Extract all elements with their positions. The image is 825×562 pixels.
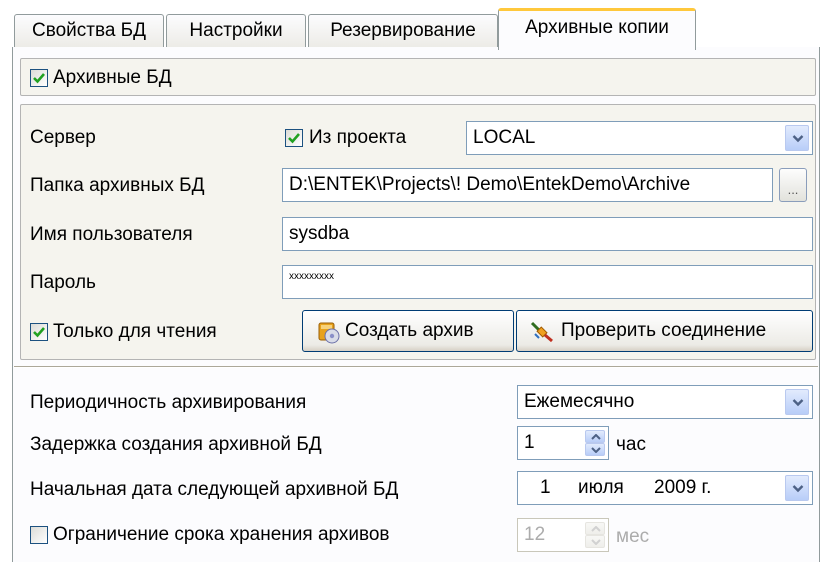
delay-unit: час xyxy=(616,434,646,455)
delay-spinner[interactable] xyxy=(585,430,605,456)
from-project-checkbox[interactable] xyxy=(285,129,303,147)
folder-value: D:\ENTEK\Projects\! Demo\EntekDemo\Archi… xyxy=(289,174,691,195)
start-date-dropdown-button[interactable] xyxy=(785,475,809,501)
checkmark-icon xyxy=(288,133,300,144)
periodicity-label: Периодичность архивирования xyxy=(30,392,307,413)
password-input[interactable]: xxxxxxxxx xyxy=(282,265,813,299)
read-only-checkbox[interactable] xyxy=(30,323,48,341)
start-date-picker[interactable]: 1 июля 2009 г. xyxy=(517,471,813,505)
username-value: sysdba xyxy=(289,223,350,244)
check-connection-label: Проверить соединение xyxy=(561,320,767,341)
checkmark-icon xyxy=(33,73,45,84)
retention-checkbox[interactable] xyxy=(30,526,48,544)
periodicity-combo[interactable]: Ежемесячно xyxy=(517,385,813,419)
chevron-down-icon xyxy=(792,135,804,143)
username-input[interactable]: sysdba xyxy=(282,217,813,251)
tab-settings[interactable]: Настройки xyxy=(166,14,306,48)
retention-value: 12 xyxy=(524,524,546,545)
chevron-down-icon xyxy=(792,399,804,407)
tab-label: Архивные копии xyxy=(525,17,669,38)
section-divider xyxy=(14,366,818,368)
server-value: LOCAL xyxy=(473,127,536,148)
folder-label: Папка архивных БД xyxy=(30,175,205,196)
start-date-month: июля xyxy=(578,477,624,498)
checkmark-icon xyxy=(33,327,45,338)
browse-folder-button[interactable]: ... xyxy=(779,168,807,202)
start-date-label: Начальная дата следующей архивной БД xyxy=(30,479,399,500)
browse-label: ... xyxy=(787,182,799,197)
chevron-down-icon xyxy=(792,485,804,493)
periodicity-dropdown-button[interactable] xyxy=(785,389,809,415)
start-date-day: 1 xyxy=(540,477,551,498)
from-project-label: Из проекта xyxy=(309,127,407,148)
delay-label: Задержка создания архивной БД xyxy=(30,434,322,455)
password-label: Пароль xyxy=(30,272,96,293)
check-connection-button[interactable]: Проверить соединение xyxy=(516,310,813,352)
tab-label: Свойства БД xyxy=(31,20,147,41)
create-archive-button[interactable]: Создать архив xyxy=(302,310,514,352)
password-value: xxxxxxxxx xyxy=(289,271,334,282)
retention-increment[interactable] xyxy=(585,522,605,535)
username-label: Имя пользователя xyxy=(30,224,193,245)
tab-archive-copies[interactable]: Архивные копии xyxy=(498,8,696,50)
archive-disk-icon xyxy=(318,322,340,344)
delay-value: 1 xyxy=(524,432,535,453)
create-archive-label: Создать архив xyxy=(345,320,474,341)
tab-label: Резервирование xyxy=(330,20,476,41)
folder-input[interactable]: D:\ENTEK\Projects\! Demo\EntekDemo\Archi… xyxy=(282,168,773,202)
retention-decrement[interactable] xyxy=(585,535,605,548)
server-combo[interactable]: LOCAL xyxy=(466,121,813,155)
archive-db-checkbox[interactable] xyxy=(30,69,48,87)
tab-backup[interactable]: Резервирование xyxy=(308,14,498,48)
tab-label: Настройки xyxy=(189,20,283,41)
delay-increment[interactable] xyxy=(585,430,605,443)
server-label: Сервер xyxy=(30,127,96,148)
read-only-label: Только для чтения xyxy=(53,321,217,342)
retention-label: Ограничение срока хранения архивов xyxy=(53,524,390,545)
server-dropdown-button[interactable] xyxy=(785,125,809,151)
delay-decrement[interactable] xyxy=(585,443,605,456)
retention-spinner[interactable] xyxy=(585,522,605,548)
archive-db-label: Архивные БД xyxy=(53,67,172,88)
chevron-up-icon xyxy=(591,526,601,532)
tab-db-properties[interactable]: Свойства БД xyxy=(14,14,164,48)
chevron-down-icon xyxy=(591,447,601,453)
start-date-year: 2009 г. xyxy=(654,477,712,498)
chevron-up-icon xyxy=(591,434,601,440)
periodicity-value: Ежемесячно xyxy=(524,391,635,412)
chevron-down-icon xyxy=(591,539,601,545)
retention-unit: мес xyxy=(616,526,650,547)
plug-icon xyxy=(530,321,553,343)
